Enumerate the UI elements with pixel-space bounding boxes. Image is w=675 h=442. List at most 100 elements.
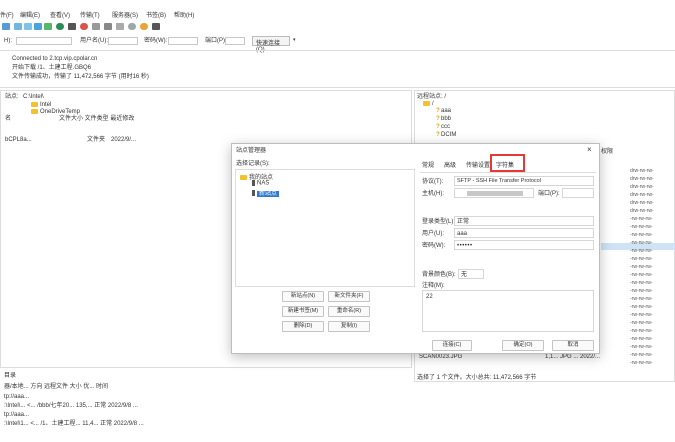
queue-title: 目录 xyxy=(4,373,17,379)
reconnect-icon[interactable] xyxy=(104,23,112,30)
connect-button[interactable]: 连接(C) xyxy=(432,340,472,351)
perm-cell: -rw-rw-rw- xyxy=(630,264,653,270)
delete-button[interactable]: 删除(D) xyxy=(282,321,324,332)
sync-browse-icon[interactable] xyxy=(140,23,148,30)
close-icon[interactable]: × xyxy=(587,146,592,154)
quickconnect-bar: H): 用户名(U): 密码(W): 端口(P): 快速连接(Q) ▾ xyxy=(0,35,675,53)
tab-advanced[interactable]: 高级 xyxy=(444,163,456,169)
select-entry-label: 选择记录(S): xyxy=(236,161,270,167)
toolbar xyxy=(0,21,675,33)
search-icon[interactable] xyxy=(152,23,160,30)
site-tree: 我的站点 NAS 新站点 xyxy=(235,169,415,287)
new-site-button[interactable]: 新站点(N) xyxy=(282,291,324,302)
queue-row[interactable]: tp://aaa... xyxy=(4,412,29,418)
password-input[interactable]: •••••• xyxy=(454,240,594,250)
port-input[interactable] xyxy=(225,37,245,45)
rename-button[interactable]: 重命名(R) xyxy=(328,306,370,317)
user-input[interactable]: aaa xyxy=(454,228,594,238)
comments-textarea[interactable]: 22 xyxy=(422,290,594,332)
local-column-name[interactable]: 名 xyxy=(5,116,11,122)
remote-item[interactable]: ?bbb xyxy=(435,116,451,122)
toggle-remote-tree-icon[interactable] xyxy=(34,23,42,30)
comments-label: 注释(M): xyxy=(422,283,445,289)
user-input[interactable] xyxy=(108,37,138,45)
user-label: 用户(U): xyxy=(422,231,444,237)
remote-root[interactable]: / xyxy=(423,101,434,107)
site-manager-dialog: 站点管理器 × 选择记录(S): 我的站点 NAS 新站点 新站点(N) 新文件… xyxy=(231,143,600,354)
remote-item[interactable]: ?aaa xyxy=(435,108,451,114)
quickconnect-button[interactable]: 快速连接(Q) xyxy=(252,36,290,53)
new-bookmark-button[interactable]: 新建书签(M) xyxy=(282,306,324,317)
local-columns-header[interactable]: 文件大小 文件类型 最近修改 xyxy=(59,116,134,122)
cancel-button[interactable]: 取消 xyxy=(552,340,594,351)
filter-icon[interactable] xyxy=(116,23,124,30)
tab-transfer-settings[interactable]: 传输设置 xyxy=(466,163,490,169)
tab-general[interactable]: 常规 xyxy=(422,163,434,169)
menu-server[interactable]: 服务器(S) xyxy=(112,13,138,19)
remote-item[interactable]: ?ccc xyxy=(435,124,450,130)
perm-column-header[interactable]: 权限 xyxy=(601,149,613,155)
local-tree-item[interactable]: OneDriveTemp xyxy=(31,109,80,115)
port-label: 端口(P): xyxy=(205,38,227,44)
perm-cell: -rw-rw-rw- xyxy=(630,240,653,246)
perm-cell: -rw-rw-rw- xyxy=(630,280,653,286)
folder-icon xyxy=(423,101,430,106)
menu-bar: 件(F) 编辑(E) 查看(V) 传输(T) 服务器(S) 书签(B) 帮助(H… xyxy=(0,11,675,21)
toggle-tree-icon[interactable] xyxy=(24,23,32,30)
menu-edit[interactable]: 编辑(E) xyxy=(20,13,40,19)
toggle-log-icon[interactable] xyxy=(14,23,22,30)
protocol-select[interactable]: SFTP - SSH File Transfer Protocol xyxy=(454,176,594,186)
remote-status: 选择了 1 个文件。大小总共: 11,472,566 字节 xyxy=(417,375,537,381)
toggle-queue-icon[interactable] xyxy=(44,23,52,30)
local-site-path[interactable]: C:\Intel\ xyxy=(23,94,44,100)
menu-bookmarks[interactable]: 书签(B) xyxy=(146,13,166,19)
queue-header[interactable]: 器/本地... 方向 远程文件 大小 优... 时间 xyxy=(4,384,108,390)
perm-cell: -rw-rw-rw- xyxy=(630,224,653,230)
refresh-icon[interactable] xyxy=(56,23,64,30)
host-input[interactable] xyxy=(454,188,534,198)
perm-cell: -rw-rw-rw- xyxy=(630,344,653,350)
menu-file[interactable]: 件(F) xyxy=(0,13,14,19)
perm-cell: -rw-rw-rw- xyxy=(630,272,653,278)
local-tree-item[interactable]: Intel xyxy=(31,102,51,108)
menu-view[interactable]: 查看(V) xyxy=(50,13,70,19)
perm-cell: drw-rw-rw- xyxy=(630,208,654,214)
remote-item[interactable]: ?DCIM xyxy=(435,132,456,138)
perm-cell: -rw-rw-rw- xyxy=(630,216,653,222)
log-line: Connected to 2.tcp.vip.cpolar.cn xyxy=(12,56,98,62)
duplicate-button[interactable]: 复制(I) xyxy=(328,321,370,332)
tree-item-new-site[interactable]: 新站点 xyxy=(252,188,280,197)
host-label: H): xyxy=(4,38,12,44)
compare-icon[interactable] xyxy=(128,23,136,30)
menu-transfer[interactable]: 传输(T) xyxy=(80,13,100,19)
host-input[interactable] xyxy=(16,37,72,45)
new-folder-button[interactable]: 新文件夹(F) xyxy=(328,291,370,302)
user-label: 用户名(U): xyxy=(80,38,108,44)
queue-row[interactable]: tp://aaa... xyxy=(4,394,29,400)
logon-type-select[interactable]: 正常 xyxy=(454,216,594,226)
local-file-row[interactable]: bCPL8a... 文件夹 2022/9/... xyxy=(1,136,231,144)
perm-cell: -rw-rw-rw- xyxy=(630,328,653,334)
menu-help[interactable]: 帮助(H) xyxy=(174,13,194,19)
queue-row[interactable]: :\Intel\1... <... /1、土建工程... 11,4... 正常 … xyxy=(4,421,144,427)
perm-cell: drw-rw-rw- xyxy=(630,192,654,198)
perm-cell: drw-rw-rw- xyxy=(630,200,654,206)
port-input[interactable] xyxy=(562,188,594,198)
remote-site-label[interactable]: 远程站点: / xyxy=(417,94,446,100)
port-label: 端口(P): xyxy=(538,191,560,197)
process-queue-icon[interactable] xyxy=(68,23,76,30)
queue-row[interactable]: :\Intel\... <... /bbb/七年20... 135,... 正常… xyxy=(4,403,138,409)
cancel-icon[interactable] xyxy=(80,23,88,30)
tree-item-nas[interactable]: NAS xyxy=(252,180,269,187)
log-line: 文件传输成功，传输了 11,472,566 字节 (用时16 秒) xyxy=(12,74,149,80)
perm-cell: -rw-rw-rw- xyxy=(630,288,653,294)
site-manager-icon[interactable] xyxy=(2,23,10,30)
perm-cell: drw-rw-rw- xyxy=(630,176,654,182)
server-icon xyxy=(252,190,255,197)
ok-button[interactable]: 确定(O) xyxy=(502,340,544,351)
quickconnect-dropdown-icon[interactable]: ▾ xyxy=(293,38,296,43)
disconnect-icon[interactable] xyxy=(92,23,100,30)
background-color-select[interactable]: 无 xyxy=(458,269,484,279)
pass-input[interactable] xyxy=(168,37,198,45)
protocol-label: 协议(T): xyxy=(422,179,444,185)
